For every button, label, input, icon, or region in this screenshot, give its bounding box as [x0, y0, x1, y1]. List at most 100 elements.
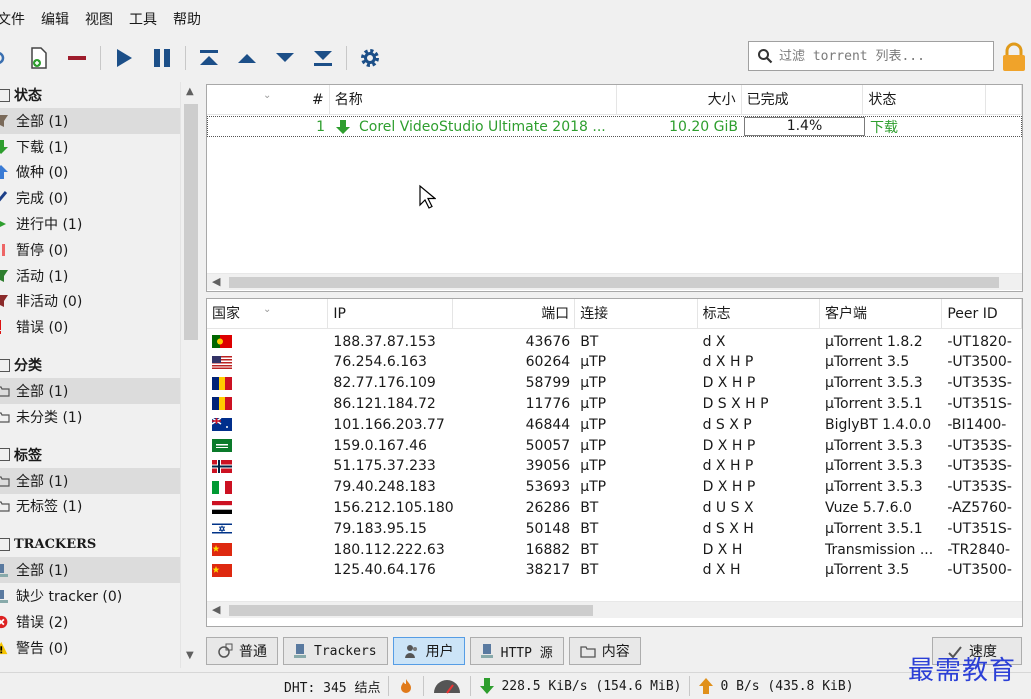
sidebar-item-label: 缺少 tracker (0): [16, 589, 123, 606]
sidebar-item-tracker_items-2[interactable]: 错误 (2): [0, 609, 180, 635]
sidebar-item-tracker_items-1[interactable]: 缺少 tracker (0): [0, 583, 180, 609]
peer-client: µTorrent 3.5.3: [824, 479, 923, 496]
options-button[interactable]: [355, 43, 385, 73]
play-icon: [0, 216, 10, 232]
sidebar-item-status_items-6[interactable]: 活动 (1): [0, 263, 180, 289]
scroll-left-icon[interactable]: ◀: [212, 275, 220, 288]
peer-client: µTorrent 3.5.3: [824, 458, 923, 475]
sidebar-item-tracker_items-0[interactable]: 全部 (1): [0, 557, 180, 584]
move-bottom-button[interactable]: [308, 43, 338, 73]
menu-item-0[interactable]: 文件: [0, 0, 33, 40]
sidebar-header-category[interactable]: 分类: [0, 352, 180, 378]
sidebar-item-status_items-1[interactable]: 下载 (1): [0, 134, 180, 160]
scrollbar-thumb[interactable]: [229, 605, 593, 616]
column-header-done[interactable]: 已完成: [742, 85, 864, 115]
peer-row[interactable]: 101.166.203.77 46844 µTP d S X P BiglyBT 1.4…: [207, 414, 1022, 435]
move-top-button[interactable]: [194, 43, 224, 73]
peer-row[interactable]: 188.37.87.153 43676 BT d X µTorrent 1.8.2 -UT…: [207, 331, 1022, 352]
peer-ip: 86.121.184.72: [333, 395, 436, 412]
column-header-peer-id[interactable]: Peer ID: [942, 299, 1022, 329]
sidebar-scrollbar[interactable]: ▲ ▼: [180, 82, 200, 668]
tab-1[interactable]: Trackers: [283, 637, 388, 665]
scrollbar-thumb[interactable]: [229, 277, 999, 288]
collapse-checkbox-icon[interactable]: [0, 448, 10, 462]
peer-row[interactable]: 159.0.167.46 50057 µTP D X H P µTorrent 3.5.…: [207, 435, 1022, 456]
tab-2[interactable]: 用户: [392, 637, 465, 665]
add-link-button[interactable]: [0, 43, 16, 73]
sidebar-item-status_items-5[interactable]: 暂停 (0): [0, 237, 180, 263]
move-down-button[interactable]: [270, 43, 300, 73]
sidebar-item-tag_items-1[interactable]: 无标签 (1): [0, 494, 180, 520]
peer-row[interactable]: 86.121.184.72 11776 µTP D S X H P µTorrent 3…: [207, 393, 1022, 414]
sidebar-item-tag_items-0[interactable]: 全部 (1): [0, 467, 180, 494]
sidebar-header-status[interactable]: 状态: [0, 82, 180, 108]
sidebar-item-status_items-7[interactable]: 非活动 (0): [0, 289, 180, 315]
sidebar-item-status_items-8[interactable]: 错误 (0): [0, 314, 180, 340]
peer-port: 26286: [525, 499, 571, 516]
scroll-up-icon[interactable]: ▲: [186, 86, 194, 97]
search-input[interactable]: [779, 48, 979, 64]
country-flag-icon: [207, 500, 328, 516]
column-header-country[interactable]: ⌄ 国家: [207, 299, 329, 329]
move-top-icon: [200, 50, 218, 65]
column-header-num[interactable]: ⌄ #: [207, 85, 330, 115]
lock-button[interactable]: [1000, 42, 1028, 76]
menu-item-4[interactable]: 帮助: [165, 0, 209, 40]
resume-button[interactable]: [109, 43, 139, 73]
peer-flags: d X: [702, 333, 726, 350]
peer-ip: 188.37.87.153: [333, 333, 436, 350]
peer-row[interactable]: 156.212.105.180 26286 BT d U S X Vuze 5.7.6.…: [207, 497, 1022, 518]
column-header-size[interactable]: 大小: [617, 85, 742, 115]
peer-row[interactable]: 51.175.37.233 39056 µTP d X H P µTorrent 3.5…: [207, 456, 1022, 477]
add-torrent-button[interactable]: [24, 43, 54, 73]
peer-row[interactable]: 76.254.6.163 60264 µTP d X H P µTorrent 3.5 -…: [207, 352, 1022, 373]
search-box[interactable]: [748, 41, 994, 71]
torrent-list-hscrollbar[interactable]: ◀: [207, 273, 1022, 290]
sidebar-item-label: 全部 (1): [16, 473, 69, 490]
remove-button[interactable]: [62, 43, 92, 73]
collapse-checkbox-icon[interactable]: [0, 88, 10, 102]
sidebar-item-status_items-2[interactable]: 做种 (0): [0, 160, 180, 186]
peer-row[interactable]: 79.183.95.15 50148 BT d S X H µTorrent 3.5.1…: [207, 518, 1022, 539]
scroll-down-icon[interactable]: ▼: [186, 650, 194, 661]
peer-row[interactable]: 180.112.222.63 16882 BT D X H Transmission .…: [207, 539, 1022, 560]
collapse-checkbox-icon[interactable]: [0, 537, 10, 551]
sidebar-header-tags[interactable]: 标签: [0, 442, 180, 468]
column-header-ip[interactable]: IP: [328, 299, 453, 329]
collapse-checkbox-icon[interactable]: [0, 358, 10, 372]
menu-item-2[interactable]: 视图: [77, 0, 121, 40]
tab-0[interactable]: 普通: [206, 637, 278, 665]
column-header-status[interactable]: 状态: [863, 85, 987, 115]
sidebar-item-status_items-4[interactable]: 进行中 (1): [0, 211, 180, 237]
country-flag-icon: [207, 479, 328, 495]
upload-speed: 0 B/s (435.8 KiB): [720, 678, 854, 694]
pause-button[interactable]: [147, 43, 177, 73]
sidebar-item-status_items-0[interactable]: 全部 (1): [0, 108, 180, 134]
peer-row[interactable]: 82.77.176.109 58799 µTP D X H P µTorrent 3.5…: [207, 373, 1022, 394]
peer-row[interactable]: 125.40.64.176 38217 BT d X H µTorrent 3.5 -UT…: [207, 560, 1022, 581]
move-up-button[interactable]: [232, 43, 262, 73]
peer-list-hscrollbar[interactable]: ◀: [207, 601, 1022, 618]
sidebar-item-tracker_items-3[interactable]: 警告 (0): [0, 635, 180, 661]
column-header-connection[interactable]: 连接: [575, 299, 698, 329]
peer-row[interactable]: 79.40.248.183 53693 µTP D X H P µTorrent 3.5…: [207, 477, 1022, 498]
tab-3[interactable]: HTTP 源: [469, 637, 564, 665]
column-header-name[interactable]: 名称: [330, 85, 617, 115]
sidebar-item-category_items-0[interactable]: 全部 (1): [0, 378, 180, 404]
tab-4[interactable]: 内容: [568, 637, 641, 665]
sidebar-item-status_items-3[interactable]: 完成 (0): [0, 185, 180, 211]
pause-icon: [0, 242, 10, 258]
menu-item-1[interactable]: 编辑: [33, 0, 77, 40]
scrollbar-thumb[interactable]: [184, 104, 198, 340]
speed-limit-icon[interactable]: [432, 677, 462, 695]
column-header-flags[interactable]: 标志: [698, 299, 820, 329]
torrent-row[interactable]: 1 Corel VideoStudio Ultimate 2018 ... 10…: [207, 116, 1022, 137]
sidebar-header-trackers[interactable]: TRACKERS: [0, 531, 180, 557]
toolbar-separator: [185, 46, 186, 70]
menu-item-3[interactable]: 工具: [121, 0, 165, 40]
column-header-port[interactable]: 端口: [453, 299, 576, 329]
sidebar-item-category_items-1[interactable]: 未分类 (1): [0, 404, 180, 430]
sidebar-item-label: 错误 (2): [16, 614, 69, 631]
scroll-left-icon[interactable]: ◀: [212, 603, 220, 616]
column-header-client[interactable]: 客户端: [820, 299, 943, 329]
